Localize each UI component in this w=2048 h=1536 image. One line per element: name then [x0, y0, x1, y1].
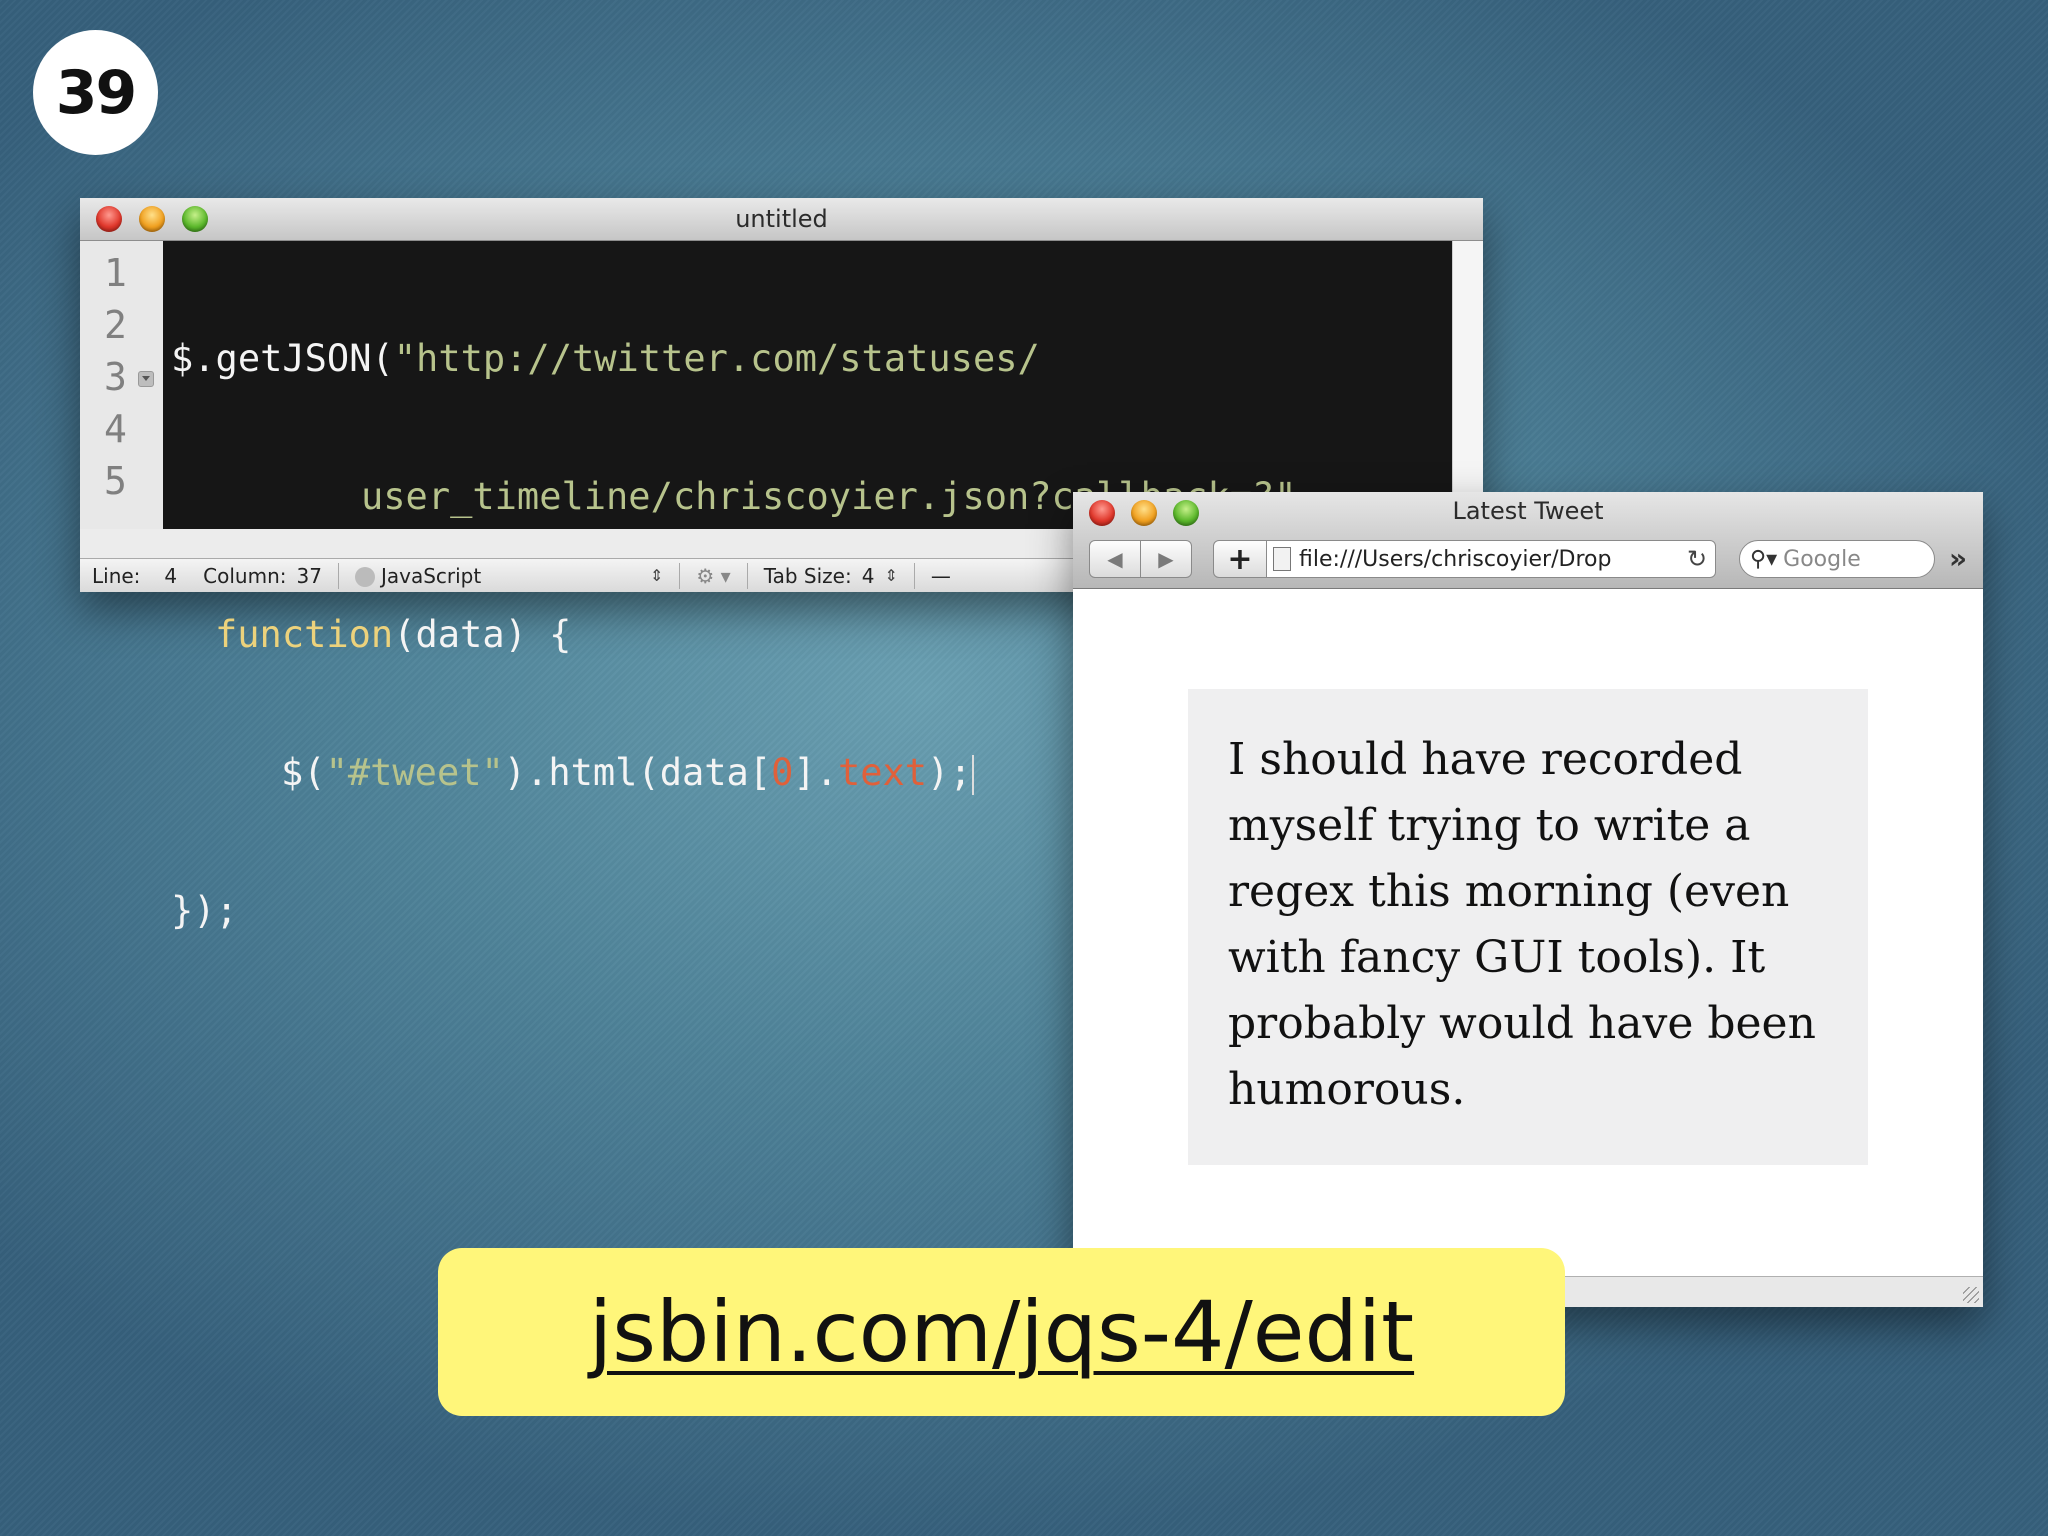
tab-size-value[interactable]: 4: [862, 564, 875, 588]
line-number: 3: [80, 351, 163, 403]
browser-window: Latest Tweet ◀ ▶ + file:///Users/chrisco…: [1073, 492, 1983, 1307]
browser-titlebar: Latest Tweet: [1073, 492, 1983, 530]
symbol-popup[interactable]: —: [931, 564, 951, 588]
line-value: 4: [164, 563, 178, 588]
column-label: Column:: [203, 563, 287, 588]
search-icon: ⚲▾: [1750, 546, 1778, 572]
code-text[interactable]: $.getJSON("http://twitter.com/statuses/ …: [163, 241, 1453, 932]
fold-toggle-icon[interactable]: [138, 371, 154, 387]
browser-title: Latest Tweet: [1452, 497, 1604, 525]
divider: [746, 562, 748, 589]
jsbin-link[interactable]: jsbin.com/jqs-4/edit: [589, 1283, 1414, 1381]
line-number: 5: [104, 459, 127, 503]
browser-toolbar: ◀ ▶ + file:///Users/chriscoyier/Drop ↻ ⚲…: [1073, 530, 1983, 589]
text-cursor: [971, 754, 974, 795]
line-number: 1: [104, 251, 127, 295]
slide-number-badge: 39: [33, 30, 158, 155]
gear-icon[interactable]: ⚙ ▾: [696, 564, 730, 588]
code-line-1: $.getJSON("http://twitter.com/statuses/: [171, 337, 1040, 380]
language-icon: [354, 567, 375, 587]
address-bar[interactable]: file:///Users/chriscoyier/Drop ↻: [1266, 540, 1716, 578]
tab-size-label: Tab Size:: [763, 563, 852, 588]
column-value: 37: [296, 563, 322, 588]
search-input[interactable]: ⚲▾ Google: [1739, 540, 1935, 578]
line-label: Line:: [92, 563, 141, 588]
updown-arrows-icon[interactable]: ⇕: [650, 566, 663, 585]
url-text: file:///Users/chriscoyier/Drop: [1299, 546, 1612, 572]
resize-grip-icon[interactable]: [1963, 1287, 1979, 1303]
updown-arrows-icon[interactable]: ⇕: [884, 566, 897, 585]
divider: [679, 562, 681, 589]
vertical-scrollbar[interactable]: [1452, 241, 1483, 529]
code-area[interactable]: 1 2 3 4 5 $.getJSON("http://twitter.com/…: [80, 241, 1453, 932]
back-button[interactable]: ◀: [1089, 540, 1141, 578]
line-number-gutter: 1 2 3 4 5: [80, 241, 163, 529]
language-label: JavaScript: [380, 563, 482, 588]
divider: [913, 562, 915, 589]
search-placeholder: Google: [1783, 546, 1861, 572]
file-icon: [1273, 547, 1291, 571]
line-number: 2: [104, 303, 127, 347]
page-content: I should have recorded myself trying to …: [1073, 589, 1983, 1307]
divider: [337, 562, 339, 589]
add-bookmark-button[interactable]: +: [1213, 540, 1267, 578]
tweet-text: I should have recorded myself trying to …: [1188, 689, 1868, 1165]
editor-title: untitled: [735, 205, 828, 233]
reload-icon[interactable]: ↻: [1679, 545, 1715, 573]
toolbar-overflow-icon[interactable]: »: [1949, 542, 1967, 575]
forward-button[interactable]: ▶: [1140, 540, 1192, 578]
link-banner: jsbin.com/jqs-4/edit: [438, 1248, 1565, 1416]
line-number: 4: [104, 407, 127, 451]
language-select[interactable]: JavaScript: [354, 563, 640, 588]
editor-titlebar: untitled: [80, 198, 1483, 241]
